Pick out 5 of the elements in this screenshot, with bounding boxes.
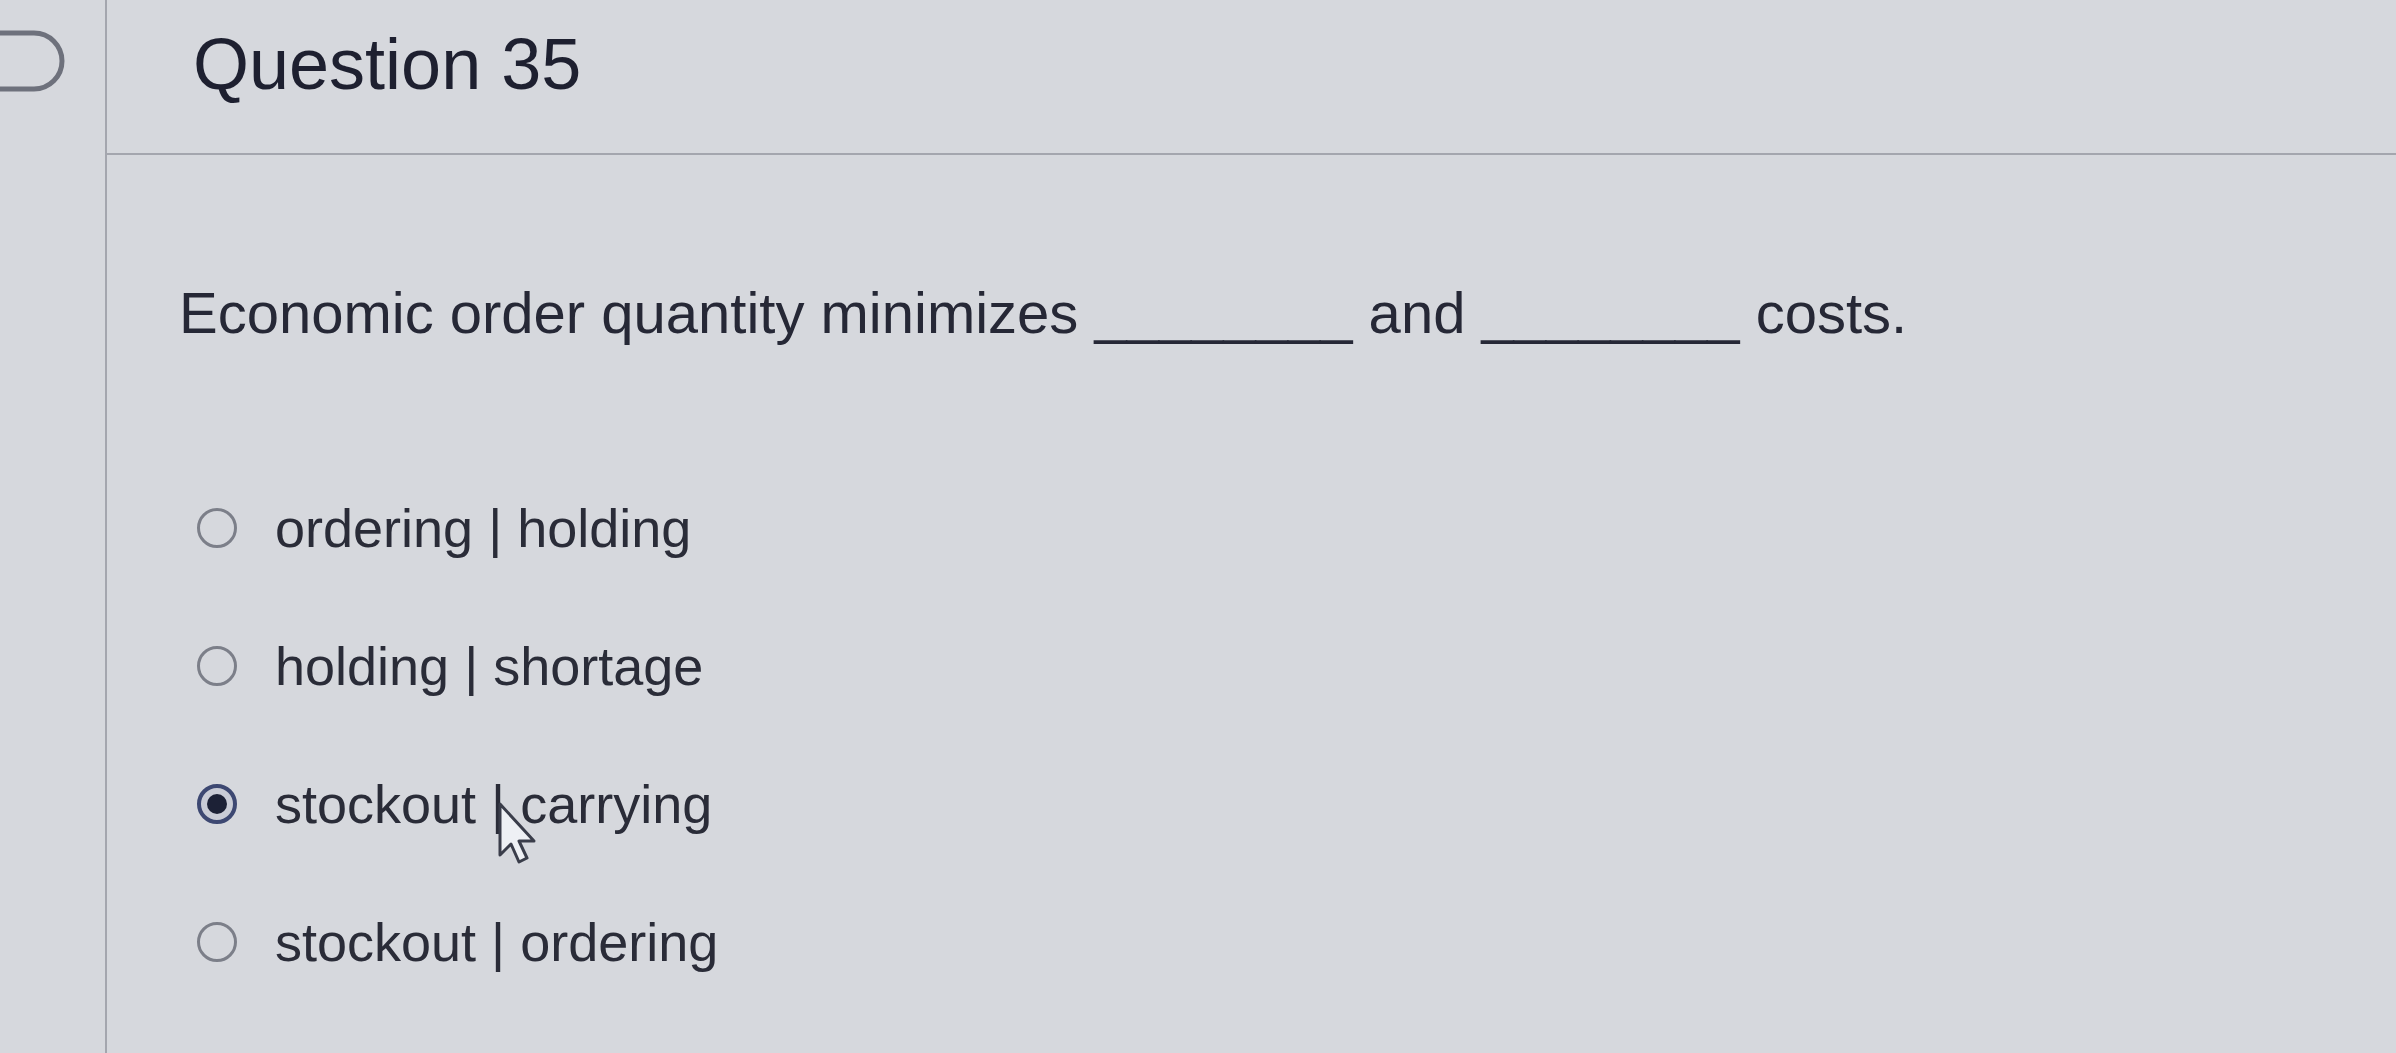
radio-button[interactable] bbox=[197, 646, 237, 686]
radio-button[interactable] bbox=[197, 922, 237, 962]
rounded-tab-icon[interactable] bbox=[0, 30, 66, 92]
radio-button[interactable] bbox=[197, 784, 237, 824]
radio-button[interactable] bbox=[197, 508, 237, 548]
